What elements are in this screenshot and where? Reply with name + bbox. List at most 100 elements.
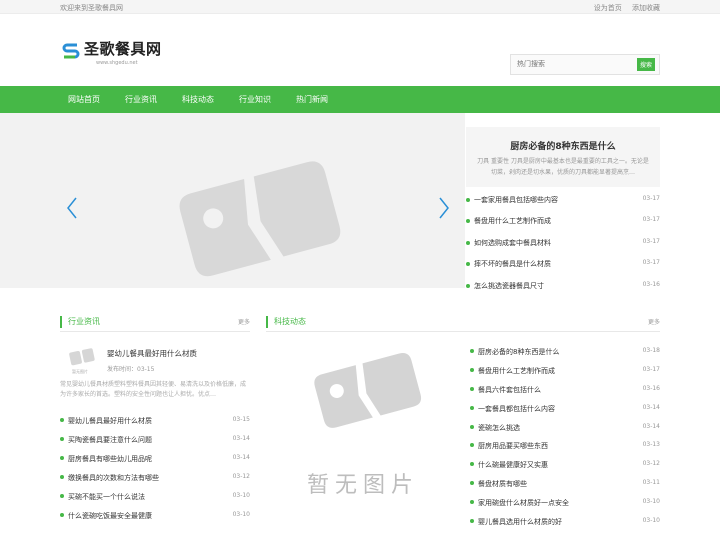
list-item[interactable]: 餐具六件套包括什么 03-16 [470, 380, 660, 399]
bullet-dot [470, 424, 474, 429]
bullet-dot [470, 367, 474, 372]
nav-item-home[interactable]: 网站首页 [68, 86, 100, 113]
list-item[interactable]: 厨房餐具有哪些幼儿用品呢 03-14 [60, 449, 250, 468]
bullet-dot [470, 500, 474, 505]
list-item-title[interactable]: 瓷碗怎么挑选 [478, 423, 520, 433]
list-item[interactable]: 如何选购成套中餐具材料 03-17 [466, 233, 660, 254]
list-item[interactable]: 一套家用餐具包括哪些内容 03-17 [466, 190, 660, 211]
list-item[interactable]: 餐盘材质有哪些 03-11 [470, 474, 660, 493]
list-item-title[interactable]: 什么碗最健康好又实惠 [478, 460, 548, 470]
list-item-title[interactable]: 摔不坏的餐具是什么材质 [474, 259, 551, 269]
list-item-title[interactable]: 买碗不能买一个什么说法 [68, 492, 145, 502]
list-item-title[interactable]: 厨房用品要买哪些东西 [478, 441, 548, 451]
logo-subtext: www.shgedu.net [96, 60, 138, 66]
bullet-dot [60, 456, 64, 460]
hot-article-title[interactable]: 厨房必备的8种东西是什么 [466, 139, 660, 152]
list-item-title[interactable]: 餐盘材质有哪些 [478, 479, 527, 489]
list-item-date: 03-12 [232, 473, 250, 480]
list-item-date: 03-14 [642, 403, 660, 411]
list-item[interactable]: 买陶瓷餐具要注意什么问题 03-14 [60, 430, 250, 449]
bullet-dot [470, 443, 474, 448]
section-accent-bar [266, 316, 268, 328]
list-item-title[interactable]: 餐盘用什么工艺制作而成 [478, 366, 555, 376]
list-item-title[interactable]: 餐具六件套包括什么 [478, 385, 541, 395]
list-item[interactable]: 厨房用品要买哪些东西 03-13 [470, 436, 660, 455]
list-item[interactable]: 厨房必备的8种东西是什么 03-18 [470, 342, 660, 361]
header: 圣歌餐具网 www.shgedu.net 搜索 [0, 14, 720, 86]
bullet-dot [470, 386, 474, 391]
list-item[interactable]: 餐盘用什么工艺制作而成 03-17 [470, 361, 660, 380]
list-item[interactable]: 什么碗最健康好又实惠 03-12 [470, 455, 660, 474]
list-item-date: 03-14 [232, 454, 250, 461]
list-item[interactable]: 家用碗盘什么材质好一点安全 03-10 [470, 493, 660, 512]
banner-prev-arrow-icon[interactable] [66, 196, 78, 220]
list-item-date: 03-14 [232, 435, 250, 442]
list-item-date: 03-15 [232, 416, 250, 423]
bullet-dot [466, 283, 470, 288]
list-item-title[interactable]: 厨房必备的8种东西是什么 [478, 347, 559, 357]
bullet-dot [60, 437, 64, 441]
list-item-date: 03-16 [642, 280, 660, 288]
more-link[interactable]: 更多 [238, 317, 250, 326]
bullet-dot [470, 462, 474, 467]
list-item[interactable]: 婴儿餐具选用什么材质的好 03-10 [470, 512, 660, 531]
set-home-link[interactable]: 设为首页 [594, 4, 622, 12]
top-links: 设为首页 添加收藏 [586, 3, 660, 13]
list-item-title[interactable]: 什么瓷碗吃饭最安全最健康 [68, 511, 152, 521]
banner-next-arrow-icon[interactable] [438, 196, 450, 220]
nav-item-hot-news[interactable]: 热门新闻 [296, 86, 328, 113]
hot-article-card[interactable]: 厨房必备的8种东西是什么 刀具 重要性 刀具是厨房中最基本也是最重要的工具之一。… [466, 127, 660, 187]
list-item[interactable]: 一套餐具都包括什么内容 03-14 [470, 399, 660, 418]
section-title[interactable]: 科技动态 [274, 316, 306, 327]
list-item[interactable]: 瓷碗怎么挑选 03-14 [470, 418, 660, 437]
list-item[interactable]: 什么瓷碗吃饭最安全最健康 03-10 [60, 506, 250, 525]
list-item-title[interactable]: 怎么挑选瓷器餐具尺寸 [474, 281, 544, 291]
industry-news-list: 婴幼儿餐具最好用什么材质 03-15 买陶瓷餐具要注意什么问题 03-14 厨房餐具… [60, 411, 250, 525]
list-item-title[interactable]: 一套家用餐具包括哪些内容 [474, 195, 558, 205]
placeholder-caption: 暂无图片 [72, 368, 88, 374]
list-item-title[interactable]: 婴儿餐具选用什么材质的好 [478, 517, 562, 527]
list-item-date: 03-17 [642, 216, 660, 224]
nav-item-industry[interactable]: 行业资讯 [125, 86, 157, 113]
tech-placeholder-image[interactable]: 暂无图片 [266, 342, 460, 502]
featured-article[interactable]: 暂无图片 婴幼儿餐具最好用什么材质 发布时间：03-15 常见婴幼儿餐具材质塑料… [60, 342, 250, 402]
featured-title[interactable]: 婴幼儿餐具最好用什么材质 [107, 348, 197, 359]
list-item-date: 03-10 [642, 517, 660, 525]
nav-item-knowledge[interactable]: 行业知识 [239, 86, 271, 113]
list-item-title[interactable]: 餐盘用什么工艺制作而成 [474, 216, 551, 226]
industry-section-header: 行业资讯 更多 [60, 316, 250, 332]
list-item[interactable]: 摔不坏的餐具是什么材质 03-17 [466, 254, 660, 275]
bullet-dot [466, 262, 470, 267]
add-favorite-link[interactable]: 添加收藏 [632, 4, 660, 12]
list-item[interactable]: 买碗不能买一个什么说法 03-10 [60, 487, 250, 506]
logo-text: 圣歌餐具网 [84, 40, 162, 58]
more-link[interactable]: 更多 [648, 317, 660, 326]
list-item[interactable]: 缴换餐具的次数和方法有哪些 03-12 [60, 468, 250, 487]
section-title[interactable]: 行业资讯 [68, 316, 100, 327]
bullet-dot [60, 475, 64, 479]
site-logo[interactable]: 圣歌餐具网 www.shgedu.net [60, 38, 180, 76]
list-item[interactable]: 婴幼儿餐具最好用什么材质 03-15 [60, 411, 250, 430]
list-item-title[interactable]: 婴幼儿餐具最好用什么材质 [68, 416, 152, 426]
list-item[interactable]: 怎么挑选瓷器餐具尺寸 03-16 [466, 276, 660, 297]
list-item-title[interactable]: 如何选购成套中餐具材料 [474, 238, 551, 248]
list-item-title[interactable]: 缴换餐具的次数和方法有哪些 [68, 473, 159, 483]
featured-date: 发布时间：03-15 [107, 366, 155, 373]
main-nav: 网站首页 行业资讯 科技动态 行业知识 热门新闻 [0, 86, 720, 113]
list-item-date: 03-10 [232, 492, 250, 499]
no-image-caption: 暂无图片 [307, 473, 419, 498]
welcome-text: 欢迎来到圣歌餐具网 [60, 4, 123, 12]
list-item[interactable]: 餐盘用什么工艺制作而成 03-17 [466, 211, 660, 232]
no-image-icon: 暂无图片 [307, 353, 422, 498]
list-item-date: 03-13 [642, 441, 660, 449]
nav-item-tech[interactable]: 科技动态 [182, 86, 214, 113]
search-button[interactable]: 搜索 [637, 58, 655, 71]
list-item-date: 03-17 [642, 365, 660, 373]
list-item-title[interactable]: 厨房餐具有哪些幼儿用品呢 [68, 454, 152, 464]
search-input[interactable] [511, 55, 636, 74]
list-item-title[interactable]: 家用碗盘什么材质好一点安全 [478, 498, 569, 508]
bullet-dot [60, 494, 64, 498]
list-item-title[interactable]: 买陶瓷餐具要注意什么问题 [68, 435, 152, 445]
list-item-title[interactable]: 一套餐具都包括什么内容 [478, 404, 555, 414]
list-item-date: 03-18 [642, 347, 660, 354]
